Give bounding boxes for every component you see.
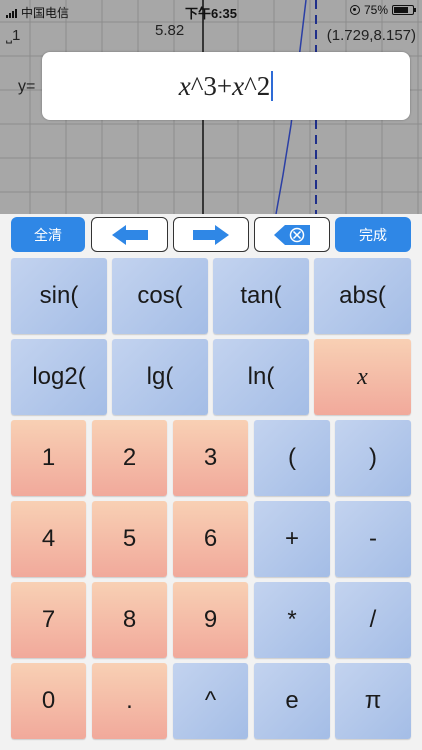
expr-part: ^2 [244,70,271,101]
cursor-right-button[interactable] [173,217,249,252]
text-caret [271,70,274,101]
key-variable-x[interactable]: x [314,339,411,415]
key-3[interactable]: 3 [173,420,248,496]
key-decimal-point[interactable]: . [92,663,167,739]
key-8[interactable]: 8 [92,582,167,658]
battery-icon [392,5,416,15]
graph-area[interactable]: 中国电信 下午6:35 75% ⎵1 5.82 (1.729,8.157) y=… [0,0,422,214]
key-5[interactable]: 5 [92,501,167,577]
key-2[interactable]: 2 [92,420,167,496]
expr-part: ^3+ [190,70,233,101]
expression-text: x^3+x^2 [178,70,274,102]
expression-input[interactable]: x^3+x^2 [42,52,410,120]
key-sin[interactable]: sin( [11,258,107,334]
key-0[interactable]: 0 [11,663,86,739]
math-keyboard: 全清 完成 sin( cos( tan( abs( log2( lg( ln( [0,214,422,750]
key-pi[interactable]: π [335,663,411,739]
trace-coordinate: (1.729,8.157) [326,27,416,44]
backspace-button[interactable] [254,217,330,252]
key-multiply[interactable]: * [254,582,330,658]
key-abs[interactable]: abs( [314,258,411,334]
key-log2[interactable]: log2( [11,339,107,415]
arrow-left-icon [111,224,148,245]
key-tan[interactable]: tan( [213,258,309,334]
key-4[interactable]: 4 [11,501,86,577]
key-divide[interactable]: / [335,582,411,658]
backspace-icon [274,224,310,245]
key-cos[interactable]: cos( [112,258,208,334]
key-plus[interactable]: + [254,501,330,577]
expr-var-x: x [232,70,245,101]
axis-tick-label: ⎵1 [6,27,21,44]
key-power[interactable]: ^ [173,663,248,739]
key-1[interactable]: 1 [11,420,86,496]
done-button[interactable]: 完成 [335,217,411,252]
expr-var-x: x [178,70,191,101]
key-open-paren[interactable]: ( [254,420,330,496]
rotation-lock-icon [349,5,360,15]
keyboard-toolbar: 全清 完成 [0,214,422,256]
axis-value-label: 5.82 [155,22,185,39]
key-ln[interactable]: ln( [213,339,309,415]
key-close-paren[interactable]: ) [335,420,411,496]
cursor-left-button[interactable] [91,217,168,252]
clear-all-button[interactable]: 全清 [11,217,85,252]
key-7[interactable]: 7 [11,582,86,658]
key-e[interactable]: e [254,663,330,739]
key-minus[interactable]: - [335,501,411,577]
key-9[interactable]: 9 [173,582,248,658]
arrow-right-icon [193,224,229,245]
key-6[interactable]: 6 [173,501,248,577]
battery-percent: 75% [363,3,388,17]
key-lg[interactable]: lg( [112,339,208,415]
y-equals-label: y= [18,78,36,95]
status-bar: 中国电信 下午6:35 75% [0,0,422,22]
